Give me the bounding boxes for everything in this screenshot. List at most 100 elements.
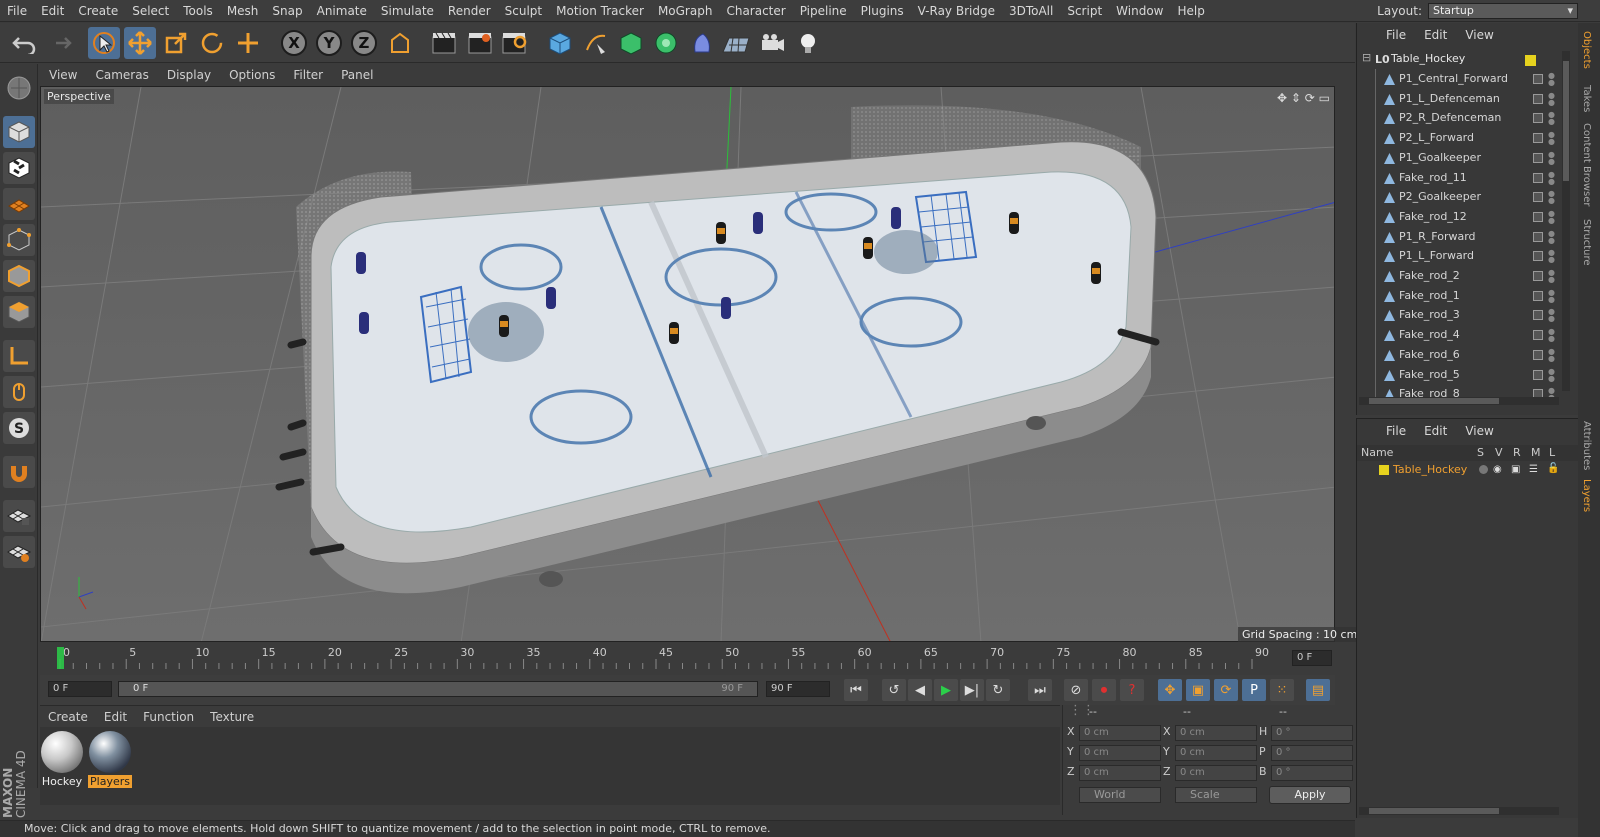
menu-item-13[interactable]: Character [719,0,792,22]
current-frame-field[interactable]: 0 F [1292,650,1332,666]
menu-item-16[interactable]: V-Ray Bridge [911,0,1002,22]
layer-row[interactable]: Table_Hockey ◉ ▣ ☰ 🔓 [1357,461,1579,479]
menu-item-7[interactable]: Animate [310,0,374,22]
object-row[interactable]: Fake_rod_3 ● ● [1357,305,1557,325]
tweak-mode-icon[interactable] [3,376,35,408]
deformer-icon[interactable] [686,27,718,59]
model-mode-icon[interactable] [3,116,35,148]
key-pla-icon[interactable]: ⁙ [1270,679,1294,701]
visibility-dots-icon[interactable]: ●● [1548,269,1555,284]
size-x-field[interactable]: 0 cm [1175,725,1257,741]
menu-item-20[interactable]: Help [1170,0,1211,22]
object-row[interactable]: Fake_rod_1 ● ● [1357,286,1557,306]
display-tag-icon[interactable] [1533,271,1543,281]
object-row[interactable]: P2_L_Forward ● ● [1357,128,1557,148]
visibility-dots-icon[interactable]: ●● [1548,170,1555,185]
undo-icon[interactable] [8,27,40,59]
display-tag-icon[interactable] [1533,93,1543,104]
rotation-b-field[interactable]: 0 ° [1271,765,1353,781]
x-axis-lock-icon[interactable]: X [278,27,310,59]
material-menu-item-0[interactable]: Create [40,710,96,724]
apply-button[interactable]: Apply [1269,786,1351,804]
menu-item-18[interactable]: Script [1060,0,1109,22]
object-row[interactable]: Fake_rod_4 ● ● [1357,325,1557,345]
menu-item-3[interactable]: Select [125,0,176,22]
object-row[interactable]: P1_Central_Forward ● ● [1357,69,1557,89]
display-tag-icon[interactable] [1533,330,1543,341]
display-tag-icon[interactable] [1533,172,1543,183]
menu-item-19[interactable]: Window [1109,0,1170,22]
redo-icon[interactable] [44,27,76,59]
solo-mode-icon[interactable]: S [3,412,35,444]
object-row[interactable]: Fake_rod_2 ● ● [1357,266,1557,286]
tab-takes[interactable]: Takes [1581,85,1592,112]
display-tag-icon[interactable] [1533,133,1543,144]
snap-icon[interactable] [3,456,35,488]
visibility-dots-icon[interactable]: ●● [1548,111,1555,126]
workplane-align-icon[interactable] [3,536,35,568]
display-tag-icon[interactable] [1533,211,1543,222]
layer-manager-icon[interactable]: ☰ [1529,464,1538,475]
layer-visible-icon[interactable]: ◉ [1493,464,1502,475]
display-tag-icon[interactable] [1533,231,1543,242]
layer-menu-item-0[interactable]: File [1377,424,1415,438]
object-row[interactable]: Fake_rod_11 ● ● [1357,168,1557,188]
object-row[interactable]: Fake_rod_6 ● ● [1357,345,1557,365]
menu-item-4[interactable]: Tools [176,0,220,22]
tab-layers[interactable]: Layers [1581,479,1592,512]
start-frame-field[interactable]: 0 F [48,681,112,697]
layout-select[interactable]: Startup [1428,3,1578,19]
display-tag-icon[interactable] [1533,310,1543,321]
menu-item-5[interactable]: Mesh [220,0,266,22]
visibility-dots-icon[interactable]: ●● [1548,72,1555,87]
timeline-ruler[interactable]: 0 5 10 15 20 25 30 35 40 45 50 55 60 65 70 75 80 85 90 0 F [40,645,1335,671]
object-row[interactable]: P1_L_Defenceman ● ● [1357,89,1557,109]
next-frame-icon[interactable]: ▶| [960,679,984,701]
axis-mode-icon[interactable] [3,340,35,372]
edges-mode-icon[interactable] [3,260,35,292]
object-menu-item-2[interactable]: View [1456,28,1502,42]
layer-lock-icon[interactable]: 🔓 [1547,463,1559,474]
key-scale-icon[interactable]: ▣ [1186,679,1210,701]
menu-item-2[interactable]: Create [71,0,125,22]
object-row-root[interactable]: ⊟ L0 Table_Hockey [1357,49,1557,69]
goto-end-icon[interactable]: ⏭ [1028,679,1052,701]
make-editable-icon[interactable] [3,72,35,104]
polygons-mode-icon[interactable] [3,296,35,328]
display-tag-icon[interactable] [1533,369,1543,380]
menu-item-12[interactable]: MoGraph [651,0,720,22]
pen-spline-icon[interactable] [580,27,612,59]
material-menu-item-3[interactable]: Texture [202,710,262,724]
visibility-dots-icon[interactable]: ●● [1548,229,1555,244]
size-y-field[interactable]: 0 cm [1175,745,1257,761]
texture-mode-icon[interactable] [3,152,35,184]
viewport-menu-item-5[interactable]: Panel [332,68,382,82]
display-tag-icon[interactable] [1533,349,1543,360]
menu-item-6[interactable]: Snap [265,0,309,22]
visibility-dots-icon[interactable]: ●● [1548,249,1555,264]
key-rotation-icon[interactable]: ⟳ [1214,679,1238,701]
tab-attributes[interactable]: Attributes [1581,421,1592,470]
scale-icon[interactable] [160,27,192,59]
display-tag-icon[interactable] [1533,152,1543,163]
tab-content-browser[interactable]: Content Browser [1581,123,1592,206]
end-frame-field[interactable]: 90 F [766,681,830,697]
autokey-icon[interactable]: ? [1120,679,1144,701]
layer-color-swatch[interactable] [1525,55,1536,66]
cube-icon[interactable] [544,27,576,59]
object-row[interactable]: Fake_rod_5 ● ● [1357,365,1557,385]
visibility-dots-icon[interactable]: ●● [1548,328,1555,343]
display-tag-icon[interactable] [1533,74,1543,84]
viewport-menu-item-3[interactable]: Options [220,68,284,82]
display-tag-icon[interactable] [1533,113,1543,124]
record-active-icon[interactable]: ⏺ [1092,679,1116,701]
material-menu-item-1[interactable]: Edit [96,710,135,724]
cloner-icon[interactable] [650,27,682,59]
display-tag-icon[interactable] [1533,290,1543,301]
menu-item-10[interactable]: Sculpt [498,0,549,22]
object-row[interactable]: P1_L_Forward ● ● [1357,246,1557,266]
menu-item-1[interactable]: Edit [34,0,71,22]
visibility-dots-icon[interactable]: ●● [1548,150,1555,165]
object-row[interactable]: P1_Goalkeeper ● ● [1357,148,1557,168]
transform-icon[interactable] [232,27,264,59]
